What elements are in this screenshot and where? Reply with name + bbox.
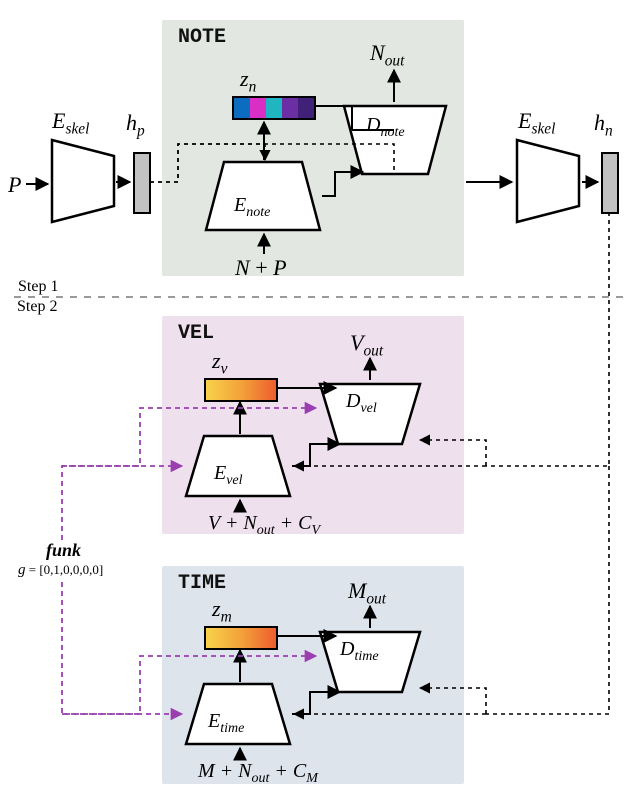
vi-cv: + C xyxy=(280,512,312,534)
ti-nout-sub: out xyxy=(252,771,270,786)
d-vel-D: D xyxy=(346,390,360,412)
d-note: Dnote xyxy=(342,104,343,105)
step1-label: Step 1 xyxy=(18,278,58,296)
e-time-sub: time xyxy=(220,721,244,736)
d-vel-sub: vel xyxy=(360,401,376,416)
zm-z: z xyxy=(212,596,221,621)
d-vel: Dvel xyxy=(318,382,319,383)
d-time-sub: time xyxy=(354,649,378,664)
ti-cm-sub: M xyxy=(306,771,318,786)
mout-sub: out xyxy=(366,590,386,607)
d-note-D: D xyxy=(366,114,380,136)
e-note: Enote xyxy=(204,160,205,161)
ti-cm: + C xyxy=(274,760,306,782)
z-v-label: zv xyxy=(212,348,227,378)
zv-sub: v xyxy=(221,360,228,377)
e-skel-left-E: E xyxy=(52,108,65,133)
ni-plus: + xyxy=(250,255,273,280)
hn-h: h xyxy=(594,110,605,135)
vout-V: V xyxy=(350,330,363,355)
g-sym: g xyxy=(18,562,26,578)
hp-h: h xyxy=(126,110,137,135)
nout-N: N xyxy=(370,40,385,65)
v-out-label: Vout xyxy=(350,330,383,360)
h-p-label: hp xyxy=(126,110,145,140)
vel-inputs: V + Nout + CV xyxy=(208,512,320,539)
e-vel-sub: vel xyxy=(226,473,242,488)
e-skel-left xyxy=(50,138,51,139)
d-note-sub: note xyxy=(380,125,404,140)
g-vector: g = [0,1,0,0,0,0] xyxy=(18,562,103,579)
e-skel-right-sub: skel xyxy=(531,120,555,137)
e-skel-right xyxy=(515,138,516,139)
e-time-E: E xyxy=(208,710,220,732)
nout-sub: out xyxy=(385,52,405,69)
m-out-label: Mout xyxy=(348,578,386,608)
hn-sub: n xyxy=(605,122,613,139)
time-inputs: M + Nout + CM xyxy=(198,760,318,787)
h-n-label: hn xyxy=(594,110,613,140)
g-eq: = [0,1,0,0,0,0] xyxy=(26,562,104,577)
zv-z: z xyxy=(212,348,221,373)
e-note-sub: note xyxy=(246,205,270,220)
e-time: Etime xyxy=(184,682,185,683)
p-input-label: P xyxy=(8,172,21,198)
e-skel-left-label: Eskel xyxy=(52,108,89,138)
z-n-box xyxy=(232,96,316,120)
z-m-box xyxy=(204,626,278,650)
n-out-label: Nout xyxy=(370,40,404,70)
z-v-box xyxy=(204,378,278,402)
funk-label: funk xyxy=(46,540,81,561)
hp-sub: p xyxy=(137,122,145,139)
e-skel-right-label: Eskel xyxy=(518,108,555,138)
step2-label: Step 2 xyxy=(17,298,57,316)
e-skel-left-sub: skel xyxy=(65,120,89,137)
vout-sub: out xyxy=(363,342,383,359)
zm-sub: m xyxy=(221,608,232,625)
e-note-E: E xyxy=(234,194,246,216)
vi-cv-sub: V xyxy=(311,523,320,538)
note-title: NOTE xyxy=(178,26,226,49)
time-title: TIME xyxy=(178,572,226,595)
vi-nout-sub: out xyxy=(257,523,275,538)
z-n-label: zn xyxy=(240,66,256,96)
h-p-box xyxy=(133,152,151,214)
e-vel-E: E xyxy=(214,462,226,484)
ni-P: P xyxy=(273,255,286,280)
ni-N: N xyxy=(235,255,250,280)
d-time-D: D xyxy=(340,638,354,660)
note-inputs: N + P xyxy=(235,255,287,281)
z-m-label: zm xyxy=(212,596,232,626)
zn-sub: n xyxy=(249,78,257,95)
e-skel-right-E: E xyxy=(518,108,531,133)
e-vel: Evel xyxy=(184,434,185,435)
zn-z: z xyxy=(240,66,249,91)
ti-a: M + N xyxy=(198,760,252,782)
mout-M: M xyxy=(348,578,366,603)
d-time: Dtime xyxy=(318,630,319,631)
h-n-box xyxy=(601,152,619,214)
vel-title: VEL xyxy=(178,322,214,345)
vi-a: V + N xyxy=(208,512,257,534)
